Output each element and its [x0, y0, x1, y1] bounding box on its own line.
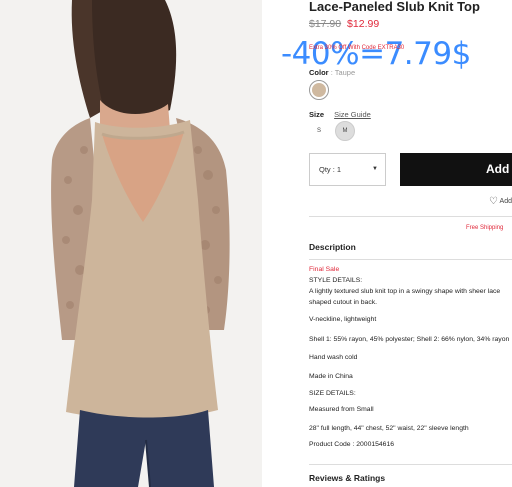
description-line: V-neckline, lightweight: [309, 316, 377, 323]
product-title: Lace-Paneled Slub Knit Top: [309, 0, 480, 14]
description-line: shaped cutout in back.: [309, 299, 378, 306]
price-row: $17.90 $12.99: [309, 18, 379, 30]
swatch-fill: [312, 83, 326, 97]
free-shipping-link[interactable]: Free Shipping: [466, 225, 503, 231]
size-option-m[interactable]: M: [335, 121, 355, 141]
quantity-select[interactable]: Qty : 1 ▼: [309, 153, 386, 186]
description-line: Shell 1: 55% rayon, 45% polyester; Shell…: [309, 336, 510, 343]
divider: [309, 216, 512, 217]
wishlist-label: Add: [499, 198, 512, 205]
size-option-s[interactable]: S: [309, 121, 329, 141]
description-line: 28" full length, 44" chest, 52" waist, 2…: [309, 425, 469, 432]
size-label: Size: [309, 110, 325, 119]
description-line: Hand wash cold: [309, 354, 358, 361]
reviews-heading[interactable]: Reviews & Ratings: [309, 473, 385, 483]
product-image: [0, 0, 262, 487]
add-to-bag-button[interactable]: Add: [400, 153, 512, 186]
chevron-down-icon: ▼: [372, 166, 378, 172]
color-label: Color: [309, 68, 329, 77]
divider: [309, 464, 512, 465]
description-line: STYLE DETAILS:: [309, 277, 363, 284]
product-photo[interactable]: [0, 0, 262, 487]
product-code: Product Code : 2000154616: [309, 441, 395, 448]
description-line: Made in China: [309, 373, 353, 380]
product-details-panel: Lace-Paneled Slub Knit Top $17.90 $12.99…: [309, 0, 512, 487]
description-line: A lightly textured slub knit top in a sw…: [309, 288, 501, 295]
quantity-value: Qty : 1: [319, 165, 342, 174]
description-line: SIZE DETAILS:: [309, 390, 356, 397]
color-row: Color : Taupe: [309, 68, 355, 77]
color-value: : Taupe: [330, 68, 356, 77]
original-price: $17.90: [309, 18, 342, 30]
divider: [309, 259, 512, 260]
sale-price: $12.99: [347, 18, 380, 30]
size-guide-link[interactable]: Size Guide: [334, 110, 371, 119]
color-swatch-taupe[interactable]: [309, 80, 329, 100]
wishlist-button[interactable]: ♡ Add: [489, 196, 512, 207]
promo-text: Extra 30% Off With Code EXTRA30: [309, 45, 405, 51]
final-sale-text: Final Sale: [309, 266, 340, 273]
heart-icon: ♡: [489, 196, 498, 207]
description-heading[interactable]: Description: [309, 242, 356, 252]
size-row: Size Size Guide: [309, 110, 371, 119]
description-line: Measured from Small: [309, 406, 374, 413]
